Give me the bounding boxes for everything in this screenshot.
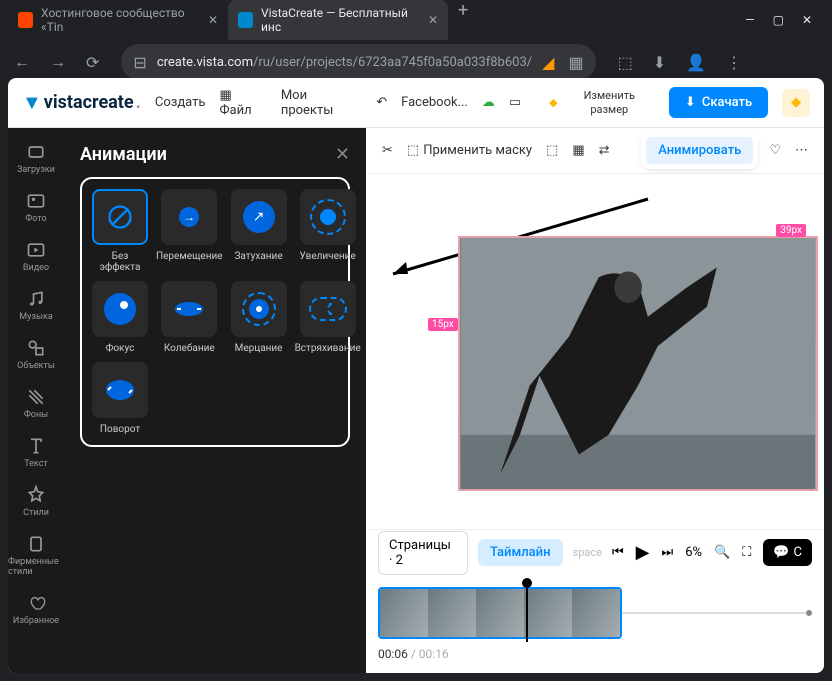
timeline-track[interactable] — [378, 587, 812, 639]
format-dropdown[interactable]: Facebook... — [401, 95, 468, 110]
tab-close-icon[interactable]: ✕ — [428, 13, 438, 27]
grid-icon: ▦ — [219, 88, 231, 103]
anim-flicker[interactable]: Мерцание — [231, 281, 287, 354]
next-button[interactable]: ⏭ — [662, 545, 674, 560]
selected-element[interactable]: 39px 15px — [458, 236, 818, 491]
comment-button[interactable]: 💬 С — [763, 539, 812, 566]
diamond-icon: ◆ — [549, 96, 557, 109]
site-info-icon[interactable]: ⊟ — [133, 53, 146, 72]
download-button[interactable]: ⬇ Скачать — [669, 87, 768, 118]
url-text: create.vista.com/ru/user/projects/6723aa… — [157, 55, 532, 70]
timeline-thumb[interactable] — [524, 589, 572, 637]
sidebar-uploads[interactable]: Загрузки — [8, 136, 64, 181]
sync-icon: ☁ — [482, 95, 495, 110]
anim-shake[interactable]: Встряхивание — [295, 281, 361, 354]
sidebar-text[interactable]: Текст — [8, 430, 64, 475]
browser-tab[interactable]: Хостинговое сообщество «Tin ✕ — [8, 0, 228, 40]
tab-close-icon[interactable]: ✕ — [208, 13, 218, 27]
crop-icon[interactable]: ⬚ — [546, 143, 558, 158]
minimize-icon[interactable]: — — [745, 13, 754, 27]
timeline-thumb[interactable] — [380, 589, 428, 637]
logo[interactable]: ▼ vistacreate. — [22, 90, 141, 115]
sidebar-favorites[interactable]: Избранное — [8, 587, 64, 632]
sidebar-photos[interactable]: Фото — [8, 185, 64, 230]
anim-zoom[interactable]: Увеличение — [295, 189, 361, 273]
back-button[interactable]: ← — [8, 48, 36, 76]
sidebar-backgrounds[interactable]: Фоны — [8, 381, 64, 426]
extensions-icon[interactable]: ⬚ — [612, 49, 639, 76]
timeline-thumb[interactable] — [572, 589, 620, 637]
address-bar[interactable]: ⊟ create.vista.com/ru/user/projects/6723… — [121, 44, 595, 80]
animation-grid: Без эффекта → Перемещение ↗ Затухание Ув… — [80, 177, 350, 447]
mask-button[interactable]: ⬚ Применить маску — [407, 143, 532, 158]
flip-icon[interactable]: ⇄ — [599, 143, 610, 158]
more-icon[interactable]: ⋯ — [795, 143, 808, 158]
diamond-icon: ◆ — [791, 95, 801, 110]
new-tab-button[interactable]: + — [448, 0, 478, 40]
fit-icon[interactable]: ⛶ — [742, 545, 751, 560]
reload-button[interactable]: ⟳ — [80, 49, 105, 76]
play-button[interactable]: ▶ — [636, 542, 650, 563]
extension-icon[interactable]: ◢ — [542, 53, 554, 72]
sidebar-objects[interactable]: Объекты — [8, 332, 64, 377]
timeline-thumb[interactable] — [428, 589, 476, 637]
tab-favicon — [238, 12, 253, 28]
logo-icon: ▼ — [22, 90, 42, 115]
sidebar-music[interactable]: Музыка — [8, 283, 64, 328]
present-icon[interactable]: ▭ — [509, 95, 521, 110]
extension-icon[interactable]: ▦ — [568, 53, 583, 72]
tab-favicon — [18, 12, 33, 28]
px-badge: 39px — [776, 224, 806, 237]
sidebar-brand[interactable]: Фирменные стили — [8, 528, 64, 583]
transparency-icon[interactable]: ▦ — [572, 143, 584, 158]
cut-icon[interactable]: ✂ — [382, 143, 393, 158]
space-hint: space — [573, 546, 602, 559]
anim-wobble[interactable]: Колебание — [156, 281, 223, 354]
timeline-marker[interactable] — [806, 610, 812, 616]
tab-title: VistaCreate — Бесплатный инс — [261, 6, 420, 34]
menu-icon[interactable]: ⋮ — [720, 49, 748, 76]
sidebar-videos[interactable]: Видео — [8, 234, 64, 279]
zoom-level[interactable]: 6% — [685, 545, 702, 560]
anim-none[interactable]: Без эффекта — [92, 189, 148, 273]
playhead[interactable] — [526, 584, 528, 642]
time-display: 00:06 / 00:16 — [378, 647, 812, 661]
pages-button[interactable]: Страницы · 2 — [378, 531, 468, 575]
zoom-in-icon[interactable]: 🔍 — [714, 545, 730, 560]
forward-button[interactable]: → — [44, 48, 72, 76]
canvas[interactable]: 39px 15px — [366, 174, 824, 529]
timeline-thumb[interactable] — [476, 589, 524, 637]
anim-focus[interactable]: Фокус — [92, 281, 148, 354]
px-badge: 15px — [428, 318, 458, 331]
close-icon[interactable]: ✕ — [802, 13, 812, 27]
resize-button[interactable]: ◆ Изменить размер — [549, 89, 655, 115]
timeline-button[interactable]: Таймлайн — [478, 539, 563, 566]
browser-tab-active[interactable]: VistaCreate — Бесплатный инс ✕ — [228, 0, 448, 40]
tab-title: Хостинговое сообщество «Tin — [41, 6, 200, 34]
panel-title: Анимации — [80, 144, 167, 165]
download-icon: ⬇ — [685, 95, 696, 110]
anim-move[interactable]: → Перемещение — [156, 189, 223, 273]
create-menu[interactable]: Создать — [155, 95, 206, 110]
projects-link[interactable]: Мои проекты — [281, 88, 362, 118]
maximize-icon[interactable]: ▢ — [773, 13, 784, 27]
sidebar-styles[interactable]: Стили — [8, 479, 64, 524]
premium-button[interactable]: ◆ — [782, 89, 810, 117]
anim-fade[interactable]: ↗ Затухание — [231, 189, 287, 273]
profile-icon[interactable]: 👤 — [680, 49, 712, 76]
downloads-icon[interactable]: ⬇ — [647, 49, 672, 76]
undo-button[interactable]: ↶ — [376, 95, 387, 110]
favorite-icon[interactable]: ♡ — [769, 143, 781, 158]
file-menu[interactable]: ▦ Файл — [219, 88, 266, 118]
logo-text: vistacreate — [44, 92, 134, 113]
panel-close-icon[interactable]: ✕ — [335, 144, 350, 165]
animate-button[interactable]: Анимировать — [644, 135, 755, 166]
anim-rotate[interactable]: Поворот — [92, 362, 148, 435]
prev-button[interactable]: ⏮ — [612, 545, 624, 560]
